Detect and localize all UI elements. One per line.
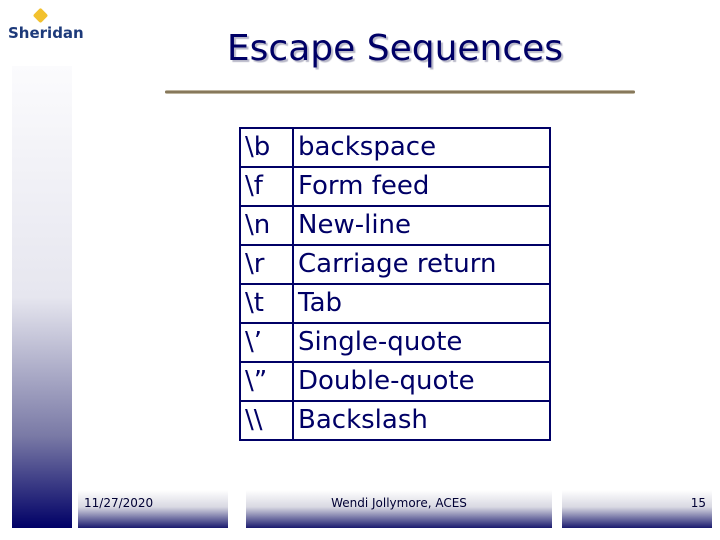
escape-meaning: Carriage return	[292, 244, 551, 285]
escape-meaning: Double-quote	[292, 361, 551, 402]
table-row: \n New-line	[239, 205, 551, 246]
table-row: \b backspace	[239, 127, 551, 168]
escape-meaning: backspace	[292, 127, 551, 168]
escape-meaning: Tab	[292, 283, 551, 324]
table-row: \r Carriage return	[239, 244, 551, 285]
escape-code: \\	[239, 400, 294, 441]
escape-sequence-table: \b backspace \f Form feed \n New-line \r Carria…	[239, 127, 551, 441]
escape-code: \”	[239, 361, 294, 402]
slide-title: Escape Sequences	[226, 28, 564, 69]
escape-code: \f	[239, 166, 294, 207]
logo-text: Sheridan	[8, 24, 84, 42]
escape-code: \b	[239, 127, 294, 168]
table-row: \’ Single-quote	[239, 322, 551, 363]
footer-author-box: Wendi Jollymore, ACES	[246, 490, 552, 528]
table-row: \\ Backslash	[239, 400, 551, 441]
table-row: \f Form feed	[239, 166, 551, 207]
decorative-side-bar	[12, 66, 72, 528]
escape-meaning: Form feed	[292, 166, 551, 207]
escape-code: \’	[239, 322, 294, 363]
escape-code: \r	[239, 244, 294, 285]
table-row: \t Tab	[239, 283, 551, 324]
footer-author: Wendi Jollymore, ACES	[331, 496, 467, 510]
table-row: \” Double-quote	[239, 361, 551, 402]
escape-meaning: Backslash	[292, 400, 551, 441]
page-number: 15	[690, 496, 706, 510]
footer-date-box: 11/27/2020	[78, 490, 228, 528]
footer-date: 11/27/2020	[84, 496, 154, 510]
title-underline	[165, 90, 635, 94]
escape-meaning: Single-quote	[292, 322, 551, 363]
escape-meaning: New-line	[292, 205, 551, 246]
escape-code: \n	[239, 205, 294, 246]
logo-diamond-icon	[32, 7, 49, 24]
escape-code: \t	[239, 283, 294, 324]
sheridan-logo: Sheridan	[8, 7, 84, 44]
footer-page-box: 15	[562, 490, 712, 528]
